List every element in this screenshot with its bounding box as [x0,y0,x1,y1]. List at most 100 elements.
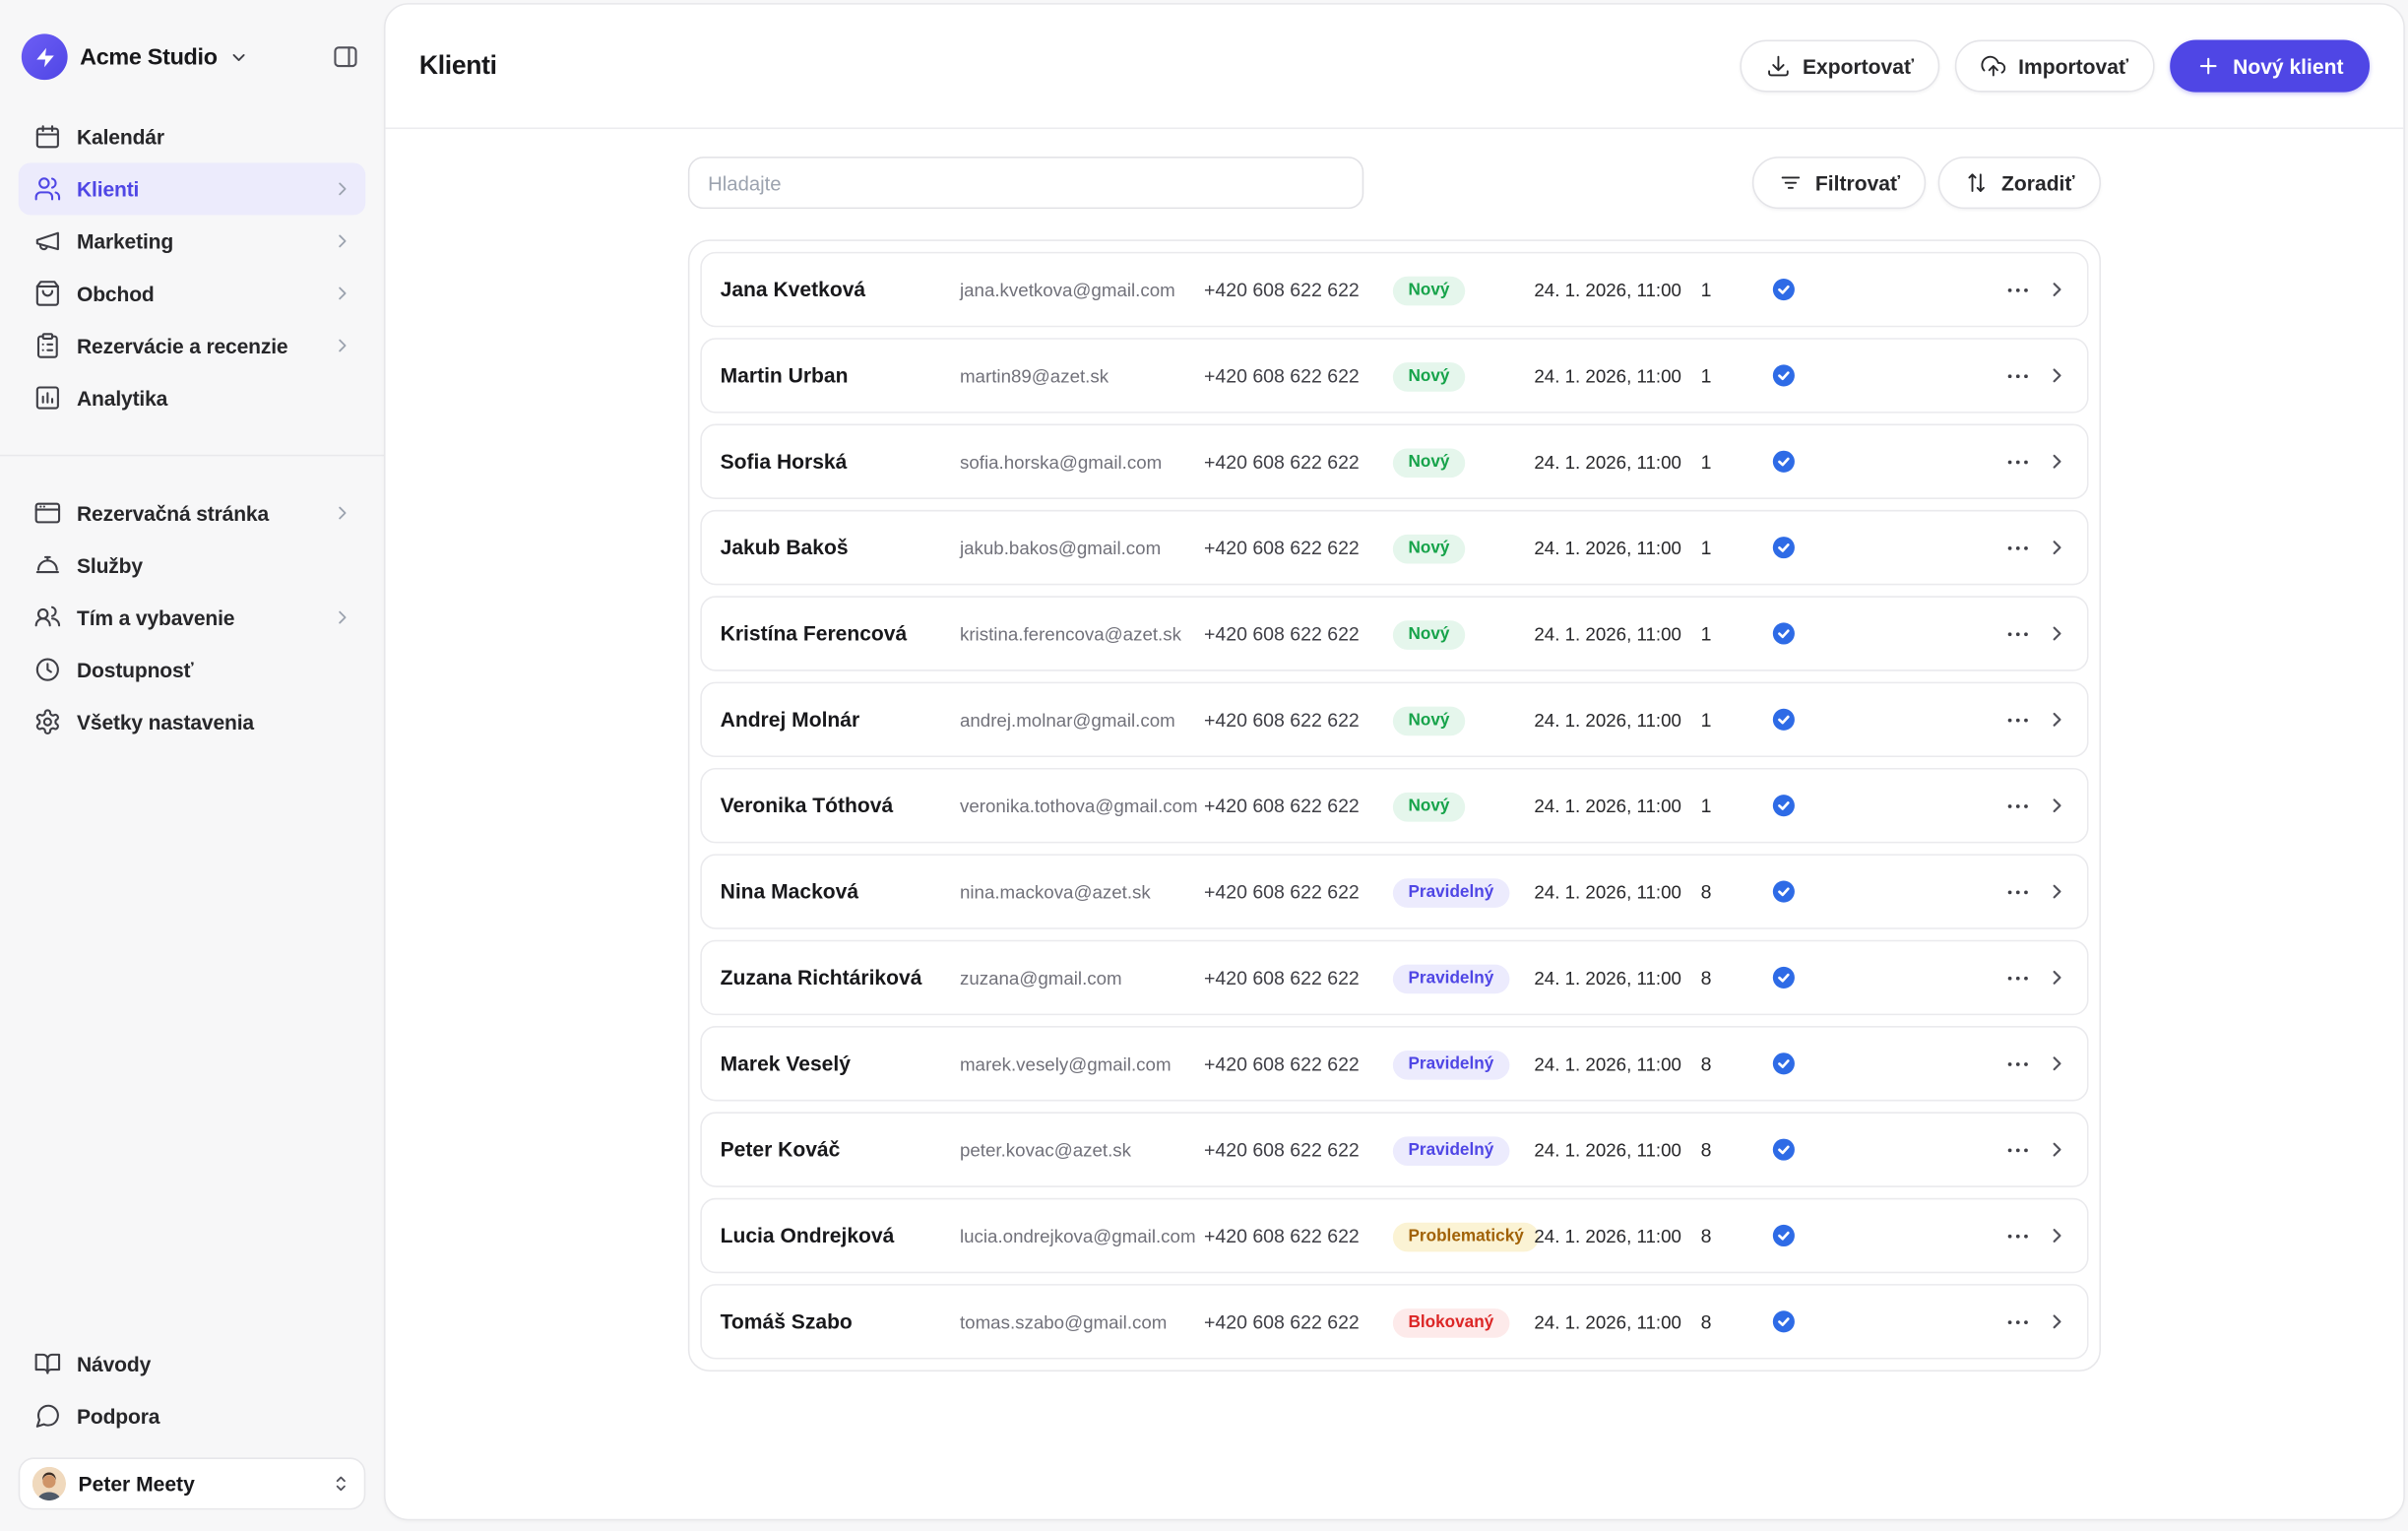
row-more-button[interactable] [1995,1041,2041,1087]
chevron-right-icon[interactable] [2041,880,2071,903]
chevron-right-icon [332,502,353,524]
client-name: Sofia Horská [720,450,848,474]
sidebar-item-label: Obchod [76,282,155,305]
chevron-right-icon[interactable] [2041,966,2071,989]
client-row[interactable]: Kristína Ferencová kristina.ferencova@az… [700,596,2089,671]
client-row[interactable]: Jakub Bakoš jakub.bakos@gmail.com +420 6… [700,509,2089,586]
chevron-right-icon[interactable] [2041,364,2071,387]
filter-icon [1778,170,1803,195]
row-more-button[interactable] [1995,868,2041,915]
sidebar-nav-bottom: Návody Podpora [19,1338,366,1442]
verified-badge-icon [1771,878,1798,905]
row-more-button[interactable] [1995,525,2041,571]
client-email: kristina.ferencova@azet.sk [959,622,1181,645]
sidebar-item-rezervacna-stranka[interactable]: Rezervačná stránka [19,487,366,540]
client-name: Andrej Molnár [720,708,860,732]
megaphone-icon [33,227,61,255]
client-email: martin89@azet.sk [959,364,1109,387]
chevron-right-icon[interactable] [2041,622,2071,645]
import-button[interactable]: Importovať [1955,39,2155,93]
collapse-sidebar-button[interactable] [329,40,362,74]
chevron-right-icon[interactable] [2041,278,2071,300]
status-badge-cell: Nový [1392,360,1535,392]
sidebar-item-analytika[interactable]: Analytika [19,372,366,424]
client-row[interactable]: Andrej Molnár andrej.molnar@gmail.com +4… [700,681,2089,758]
row-more-button[interactable] [1995,696,2041,742]
row-more-button[interactable] [1995,955,2041,1001]
chevron-right-icon [332,606,353,628]
client-name: Tomáš Szabo [720,1309,853,1334]
sidebar-item-label: Marketing [76,229,174,253]
workspace-switcher[interactable]: Acme Studio [21,31,362,83]
sidebar-item-marketing[interactable]: Marketing [19,215,366,267]
new-client-button[interactable]: Nový klient [2170,39,2371,93]
client-row[interactable]: Veronika Tóthová veronika.tothova@gmail.… [700,767,2089,844]
chevron-right-icon[interactable] [2041,450,2071,473]
main-card: Klienti Exportovať Importovať Nový klien… [383,3,2405,1521]
sidebar-item-vsetky-nastavenia[interactable]: Všetky nastavenia [19,696,366,748]
verified-badge-icon [1771,620,1798,647]
sort-button[interactable]: Zoradiť [1938,157,2102,210]
availability-icon [33,656,61,683]
team-icon [33,604,61,631]
row-more-button[interactable] [1995,267,2041,313]
client-visit-count: 8 [1700,1225,1712,1246]
chevron-right-icon[interactable] [2041,1310,2071,1333]
sidebar-item-sluzby[interactable]: Služby [19,540,366,592]
client-email: veronika.tothova@gmail.com [959,795,1198,817]
client-visit-count: 1 [1700,795,1712,817]
sidebar-item-rezervacie-a-recenzie[interactable]: Rezervácie a recenzie [19,319,366,371]
chevron-right-icon [332,283,353,304]
client-phone: +420 608 622 622 [1204,450,1360,473]
client-visit-count: 1 [1700,450,1712,473]
status-badge-cell: Nový [1392,274,1535,305]
status-badge-cell: Pravidelný [1392,1049,1535,1079]
client-row[interactable]: Tomáš Szabo tomas.szabo@gmail.com +420 6… [700,1284,2089,1360]
row-more-button[interactable] [1995,1213,2041,1259]
client-row[interactable]: Jana Kvetková jana.kvetkova@gmail.com +4… [700,251,2089,328]
client-row[interactable]: Peter Kováč peter.kovac@azet.sk +420 608… [700,1112,2089,1187]
status-badge-cell: Nový [1392,704,1535,735]
sidebar-item-dostupnost[interactable]: Dostupnosť [19,644,366,696]
sidebar-divider [0,454,384,457]
client-row[interactable]: Zuzana Richtáriková zuzana@gmail.com +42… [700,939,2089,1016]
row-more-button[interactable] [1995,1126,2041,1173]
sidebar: Acme Studio Kalendár Klienti Marketing O… [0,0,384,1531]
row-more-button[interactable] [1995,352,2041,399]
filter-button[interactable]: Filtrovať [1751,157,1927,210]
export-button[interactable]: Exportovať [1740,39,1940,93]
chevron-right-icon[interactable] [2041,708,2071,731]
export-button-label: Exportovať [1802,54,1915,78]
client-row[interactable]: Marek Veselý marek.vesely@gmail.com +420… [700,1026,2089,1102]
row-more-button[interactable] [1995,1299,2041,1345]
client-rows: Jana Kvetková jana.kvetkova@gmail.com +4… [687,239,2102,1372]
status-badge: Pravidelný [1392,1135,1509,1166]
sidebar-item-klienti[interactable]: Klienti [18,162,366,216]
calendar-icon [33,123,61,151]
status-badge: Blokovaný [1392,1308,1509,1337]
search-input[interactable] [687,157,1364,210]
client-row[interactable]: Martin Urban martin89@azet.sk +420 608 6… [700,338,2089,414]
client-date: 24. 1. 2026, 11:00 [1534,364,1681,387]
chevron-right-icon[interactable] [2041,1224,2071,1246]
chevron-right-icon[interactable] [2041,1053,2071,1075]
client-date: 24. 1. 2026, 11:00 [1534,880,1681,903]
client-row[interactable]: Lucia Ondrejková lucia.ondrejkova@gmail.… [700,1197,2089,1274]
settings-icon [33,708,61,735]
client-row[interactable]: Nina Macková nina.mackova@azet.sk +420 6… [700,854,2089,929]
sidebar-item-podpora[interactable]: Podpora [19,1390,366,1442]
sidebar-item-obchod[interactable]: Obchod [19,267,366,319]
client-email: lucia.ondrejkova@gmail.com [959,1225,1196,1246]
row-more-button[interactable] [1995,438,2041,484]
sidebar-item-kalendar[interactable]: Kalendár [19,110,366,162]
client-row[interactable]: Sofia Horská sofia.horska@gmail.com +420… [700,423,2089,499]
row-more-button[interactable] [1995,610,2041,657]
row-more-button[interactable] [1995,783,2041,829]
user-menu[interactable]: Peter Meety [18,1457,366,1510]
sidebar-item-navody[interactable]: Návody [19,1338,366,1390]
chevron-right-icon[interactable] [2041,536,2071,558]
chevron-right-icon[interactable] [2041,1138,2071,1161]
sidebar-item-tim-a-vybavenie[interactable]: Tím a vybavenie [19,592,366,644]
chevron-right-icon[interactable] [2041,794,2071,816]
client-name: Lucia Ondrejková [720,1224,895,1247]
